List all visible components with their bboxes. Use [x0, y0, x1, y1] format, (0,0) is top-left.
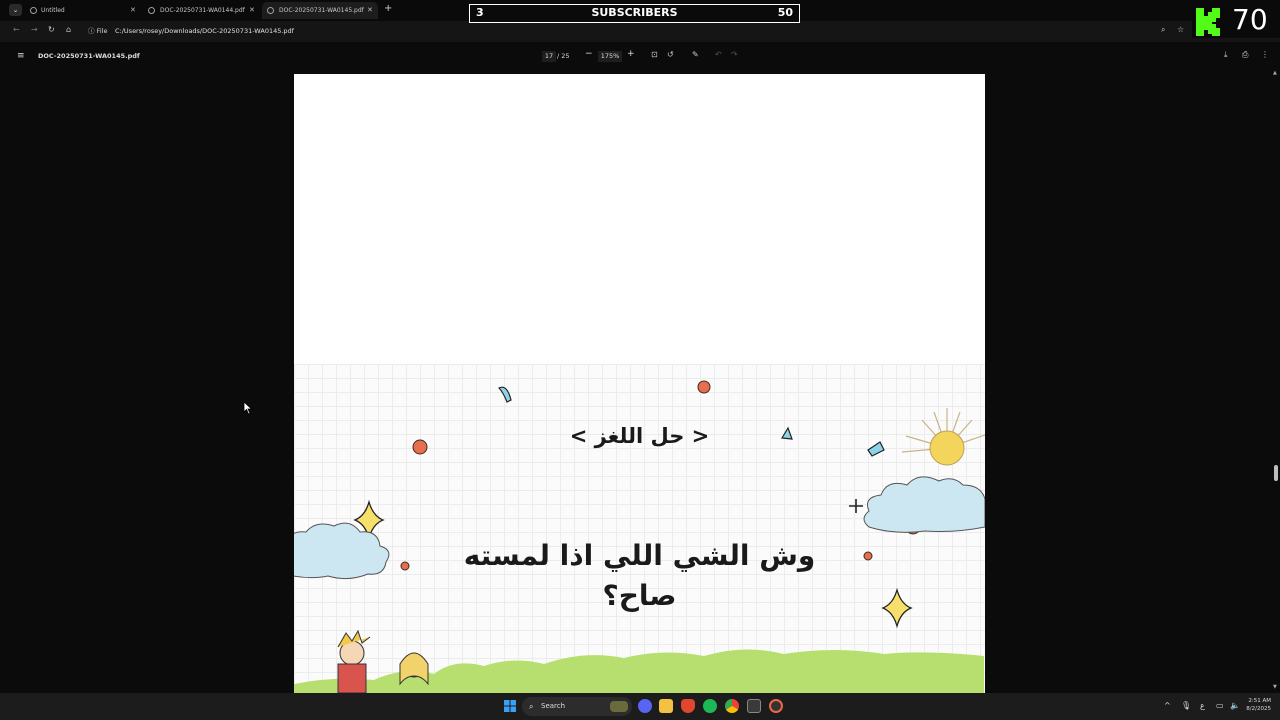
riddle-question: وش الشي اللي اذا لمسته صاح؟ — [463, 539, 816, 612]
cloud-icon — [863, 476, 985, 533]
search-highlight-icon — [610, 701, 628, 712]
forward-icon[interactable]: → — [31, 25, 38, 34]
scroll-down-icon[interactable]: ▼ — [1273, 684, 1277, 690]
subscriber-goal: 50 — [777, 6, 793, 19]
reload-icon[interactable]: ↻ — [48, 25, 55, 34]
page-illustration — [294, 380, 985, 693]
tab-label: Untitled — [41, 7, 65, 14]
volume-icon[interactable]: 🔈 — [1230, 701, 1240, 710]
tab-search-button[interactable]: ⌄ — [9, 4, 22, 16]
tray-chevron-icon[interactable]: ^ — [1164, 701, 1171, 710]
file-explorer-icon[interactable] — [659, 699, 673, 713]
annotate-icon[interactable]: ✎ — [692, 50, 699, 59]
kick-logo-icon — [1196, 8, 1220, 36]
keyboard-language-icon[interactable]: ع — [1200, 701, 1205, 710]
site-info-chip[interactable]: ⓘ File — [88, 23, 107, 40]
page-number-input[interactable]: 17 — [542, 51, 556, 62]
tab-untitled[interactable]: Untitled ✕ — [26, 2, 138, 19]
app-window-icon[interactable] — [747, 699, 761, 713]
spotify-icon[interactable] — [703, 699, 717, 713]
riddle-heading: < حل اللغز > — [569, 424, 710, 448]
browser-toolbar: ← → ↻ ⌂ ⓘ File C:/Users/rosey/Downloads/… — [0, 21, 1280, 42]
zoom-icon[interactable]: ⌕ — [1161, 25, 1165, 35]
network-icon[interactable]: ▭ — [1216, 701, 1224, 710]
page-total: / 25 — [557, 52, 570, 60]
pdf-toolbar: ≡ DOC-20250731-WA0145.pdf 17 / 25 − 175%… — [0, 46, 1280, 68]
subscriber-goal-widget: 3 SUBSCRIBERS 50 — [469, 4, 800, 23]
taskbar-search[interactable]: ⌕ Search — [522, 697, 632, 716]
chrome-icon[interactable] — [725, 699, 739, 713]
zoom-level-input[interactable]: 175% — [598, 51, 622, 62]
globe-icon — [148, 7, 155, 14]
discord-icon[interactable] — [638, 699, 652, 713]
more-options-icon[interactable]: ⋮ — [1261, 50, 1269, 59]
search-icon: ⌕ — [529, 702, 534, 711]
vertical-scrollbar[interactable]: ▲ ▼ — [1272, 68, 1280, 693]
zoom-out-button[interactable]: − — [585, 49, 593, 59]
tab-doc-0144[interactable]: DOC-20250731-WA0144.pdf ✕ — [144, 2, 259, 19]
scroll-up-icon[interactable]: ▲ — [1273, 70, 1277, 76]
microphone-icon[interactable]: 🎙 — [1181, 701, 1191, 710]
menu-icon[interactable]: ≡ — [17, 52, 25, 61]
print-icon[interactable]: ⎙ — [1242, 50, 1248, 60]
undo-icon[interactable]: ↶ — [715, 50, 722, 59]
plus-sparkle — [849, 499, 863, 513]
back-icon[interactable]: ← — [13, 25, 20, 34]
tab-label: DOC-20250731-WA0144.pdf — [160, 7, 245, 14]
system-clock[interactable]: 2:51 AM 8/2/2025 — [1243, 697, 1271, 713]
tab-label: DOC-20250731-WA0145.pdf — [279, 7, 364, 14]
tab-doc-0145[interactable]: DOC-20250731-WA0145.pdf ✕ — [262, 2, 378, 19]
mouse-cursor-icon — [243, 401, 253, 415]
blue-confetti — [497, 386, 512, 403]
search-placeholder: Search — [541, 702, 566, 710]
address-bar[interactable]: ⓘ File C:/Users/rosey/Downloads/DOC-2025… — [84, 23, 1194, 40]
subscriber-label: SUBSCRIBERS — [591, 6, 678, 19]
redo-icon[interactable]: ↷ — [731, 50, 738, 59]
pdf-page: < حل اللغز > وش الشي اللي اذا لمسته صاح؟ — [294, 74, 985, 693]
brave-browser-icon[interactable] — [681, 699, 695, 713]
rotate-icon[interactable]: ↺ — [667, 50, 674, 59]
bookmark-star-icon[interactable]: ☆ — [1177, 25, 1184, 34]
clock-date: 8/2/2025 — [1246, 706, 1271, 712]
new-tab-button[interactable]: + — [384, 3, 392, 14]
pdf-viewer[interactable]: < حل اللغز > وش الشي اللي اذا لمسته صاح؟ — [0, 68, 1280, 693]
windows-start-icon[interactable] — [503, 699, 517, 713]
close-icon[interactable]: ✕ — [130, 2, 136, 19]
orange-dot — [400, 561, 410, 571]
url-text[interactable]: C:/Users/rosey/Downloads/DOC-20250731-WA… — [115, 23, 294, 40]
home-icon[interactable]: ⌂ — [66, 25, 71, 34]
download-icon[interactable]: ⤓ — [1224, 50, 1228, 60]
pdf-title: DOC-20250731-WA0145.pdf — [38, 52, 140, 60]
globe-icon — [30, 7, 37, 14]
zoom-in-button[interactable]: + — [627, 49, 635, 59]
obs-icon[interactable] — [769, 699, 783, 713]
close-icon[interactable]: ✕ — [367, 2, 373, 19]
orange-dot — [863, 551, 873, 561]
grass-strip — [294, 649, 984, 693]
orange-dot — [697, 380, 711, 394]
scrollbar-thumb[interactable] — [1274, 465, 1278, 481]
clock-time: 2:51 AM — [1248, 698, 1271, 704]
kick-viewer-widget: 70 — [1192, 2, 1280, 38]
kick-viewer-count: 70 — [1232, 3, 1268, 36]
taskbar: ⌕ Search ^ 🎙 ع ▭ 🔈 2:51 AM 8/2/2025 — [0, 693, 1280, 720]
close-icon[interactable]: ✕ — [249, 2, 255, 19]
fit-page-icon[interactable]: ⊡ — [651, 50, 658, 59]
sparkle-icon — [881, 587, 913, 629]
cloud-icon — [294, 522, 390, 580]
globe-icon — [267, 7, 274, 14]
